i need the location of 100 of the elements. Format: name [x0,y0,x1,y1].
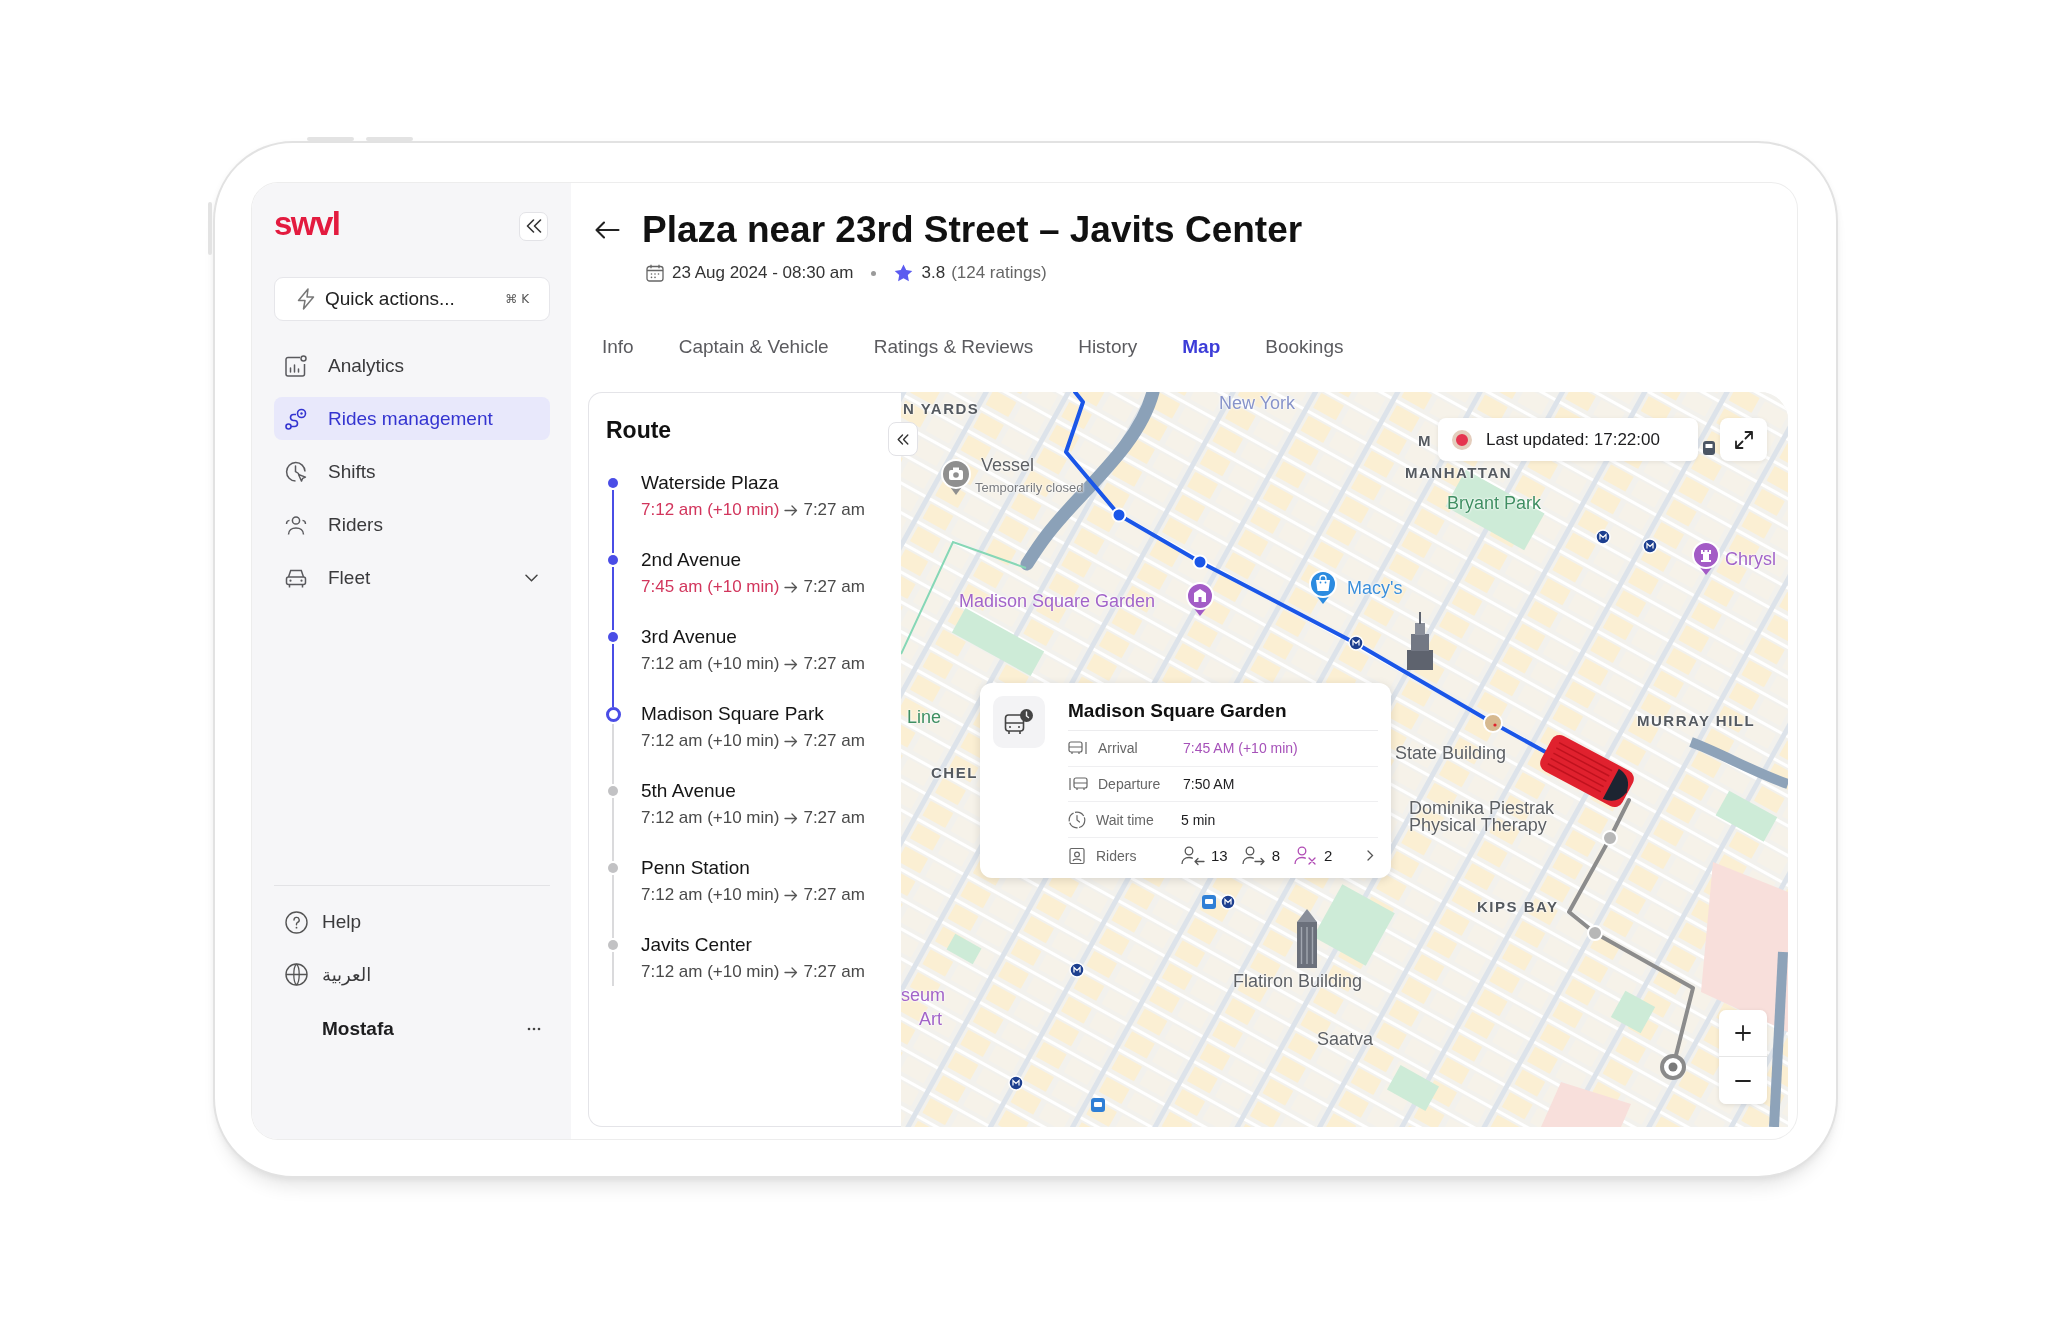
map-label: Chrysl [1725,548,1776,570]
route-point-icon [1192,554,1208,570]
destination-marker-icon [1660,1054,1686,1080]
detail-value: 7:45 AM (+10 min) [1183,740,1298,757]
rider-count: 8 [1271,847,1281,865]
route-point-icon [1111,507,1127,523]
map-label: Vessel [981,454,1035,476]
arrow-right-icon [784,966,799,978]
park-area [1610,990,1656,1034]
arrival-time: 7:27 am [803,577,865,597]
zoom-in-button[interactable] [1719,1010,1767,1057]
nav-item[interactable]: Fleet [274,556,550,599]
nav-item[interactable]: Rides management [274,397,550,440]
bus-arrival-icon [1068,740,1088,757]
train-icon [1703,441,1715,455]
map-label: Flatiron Building [1233,970,1363,992]
person-arrow-in-icon [1181,845,1205,866]
arrow-right-icon [784,581,799,593]
chevrons-left-icon [525,219,542,233]
arrival-time: 7:27 am [803,885,865,905]
subway-icon [1348,635,1364,651]
popup-title: Madison Square Garden [1068,696,1378,731]
skyscraper-icon [1407,612,1433,670]
fullscreen-button[interactable] [1720,418,1767,461]
people-icon [285,513,307,536]
tab[interactable]: Map [1182,335,1221,359]
map-label: Macy's [1347,577,1403,599]
quick-actions-button[interactable]: Quick actions... ⌘ K [274,277,550,321]
chevrons-left-icon [897,433,909,445]
tab[interactable]: Info [602,335,634,359]
map-label: KIPS BAY [1477,898,1559,916]
bus-stop-icon [1202,895,1216,909]
collapse-panel-button[interactable] [888,422,918,456]
nav-item[interactable]: Analytics [274,344,550,387]
map-label: State Building [1395,742,1507,764]
stop-name: 5th Avenue [641,779,737,803]
nav-item[interactable]: Shifts [274,450,550,493]
route-point-icon [1587,925,1603,941]
rider-count: 2 [1324,847,1333,865]
map-label: Bryant Park [1447,492,1542,514]
lightning-icon [297,288,315,310]
stop-name: 2nd Avenue [641,548,743,572]
panel-title: Route [605,416,673,445]
scheduled-time: 7:12 am (+10 min) [641,962,780,982]
stop-name: Javits Center [641,933,753,957]
chevron-right-icon[interactable] [1367,850,1374,862]
arrow-right-icon [784,504,799,516]
id-card-icon [1068,846,1086,865]
detail-label: Departure [1098,776,1162,792]
help-link[interactable]: Help [274,902,373,942]
arrival-time: 7:27 am [803,808,865,828]
arrival-time: 7:27 am [803,962,865,982]
map-label: MANHATTAN [1405,464,1513,482]
nav-item[interactable]: Riders [274,503,550,546]
more-icon[interactable] [527,1027,541,1031]
help-icon [285,910,308,934]
map-label: Temporarily closed [975,480,1084,496]
timeline-connector [612,952,614,986]
bar-chart-icon [285,354,307,377]
tab[interactable]: Captain & Vehicle [678,335,829,359]
park-area [946,933,982,965]
arrow-right-icon [784,735,799,747]
stop-name: Waterside Plaza [641,471,780,495]
tab[interactable]: Bookings [1265,335,1344,359]
map-label: CHEL [931,764,978,782]
globe-icon [285,962,308,986]
arrow-right-icon [784,889,799,901]
stop-name: 3rd Avenue [641,625,738,649]
park-area [1386,1065,1440,1111]
user-name: Mostafa [322,1018,394,1040]
detail-label: Arrival [1098,740,1139,757]
timeline-connector [612,875,614,938]
tab[interactable]: History [1078,335,1138,359]
subway-icon [1069,962,1085,978]
language-link[interactable]: العربية [274,954,383,994]
collapse-sidebar-button[interactable] [519,211,548,241]
bus-clock-icon [993,696,1045,748]
last-updated-text: Last updated: 17:22:00 [1486,429,1660,450]
arrow-right-icon [784,812,799,824]
map-label: N YARDS [903,400,980,418]
rider-count: 13 [1211,847,1228,865]
shortcut-hint: ⌘ K [505,292,529,306]
detail-label: Riders [1096,847,1138,864]
detail-label: Wait time [1096,811,1155,828]
minus-icon [1735,1079,1751,1082]
building-icon [1297,909,1317,968]
map-label: MURRAY HILL [1637,712,1756,730]
logo: swvl [274,209,340,239]
map-label: M [1418,432,1432,450]
clock-icon [285,460,307,483]
stop-name: Madison Square Park [641,702,825,726]
park-area [1715,790,1778,842]
expand-icon [1734,430,1753,449]
scheduled-time: 7:12 am (+10 min) [641,885,780,905]
stop-name: Penn Station [641,856,751,880]
tab[interactable]: Ratings & Reviews [873,335,1034,359]
ratings-count: (124 ratings) [951,263,1047,283]
separator-dot-icon [871,270,877,276]
map-label: Dominika Piestrak Physical Therapy [1409,800,1556,834]
back-arrow-icon[interactable] [594,220,620,240]
